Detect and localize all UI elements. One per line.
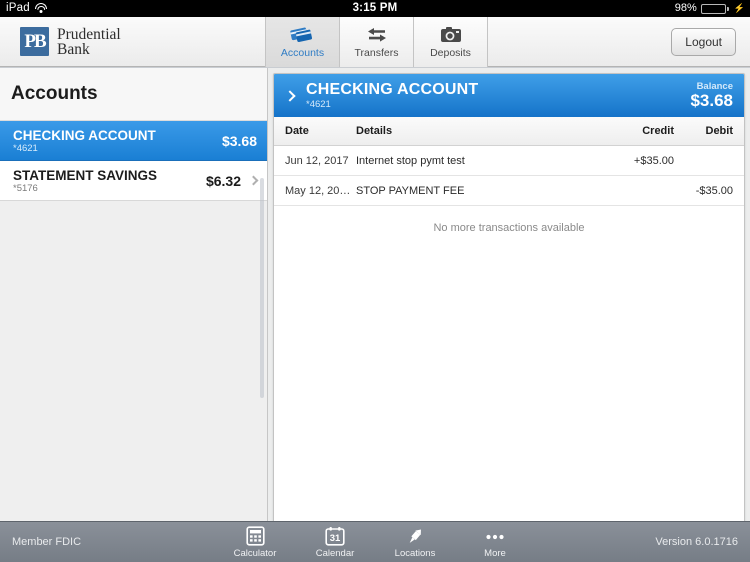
sidebar-item-name: CHECKING ACCOUNT xyxy=(13,127,156,143)
ipad-screen: iPad 3:15 PM 98% ⚡ PB Prudential Bank Ac… xyxy=(0,0,750,562)
transaction-details: STOP PAYMENT FEE xyxy=(356,184,465,197)
table-row[interactable]: Jun 12, 2017 Internet stop pymt test +$3… xyxy=(274,146,744,176)
sidebar-item-statement-savings[interactable]: STATEMENT SAVINGS *5176 $6.32 xyxy=(0,161,267,201)
tab-transfers[interactable]: Transfers xyxy=(340,16,414,67)
ios-status-bar: iPad 3:15 PM 98% ⚡ xyxy=(0,0,750,17)
account-detail-panel: CHECKING ACCOUNT *4621 Balance $3.68 Dat… xyxy=(273,73,745,523)
toolbar-item-more[interactable]: More xyxy=(467,526,523,559)
camera-icon xyxy=(439,24,463,45)
column-header-details: Details xyxy=(356,125,393,137)
brand-name-line1: Prudential xyxy=(57,25,121,43)
tab-accounts-label: Accounts xyxy=(280,47,325,59)
logout-area: Logout xyxy=(488,27,750,56)
sidebar-title: Accounts xyxy=(11,83,98,104)
column-header-credit: Credit xyxy=(642,125,674,137)
fdic-label: Member FDIC xyxy=(12,536,82,548)
brand-name: Prudential Bank xyxy=(57,25,121,58)
sidebar-item-number: *5176 xyxy=(13,182,38,194)
transfer-arrows-icon xyxy=(365,24,389,45)
account-detail-header[interactable]: CHECKING ACCOUNT *4621 Balance $3.68 xyxy=(274,74,744,117)
sidebar-item-info: STATEMENT SAVINGS *5176 xyxy=(13,168,206,194)
brand-logo: PB Prudential Bank xyxy=(0,25,265,58)
credit-cards-icon xyxy=(289,24,316,45)
sidebar-item-name: STATEMENT SAVINGS xyxy=(13,167,158,183)
account-detail-number: *4621 xyxy=(306,99,331,110)
logout-button[interactable]: Logout xyxy=(671,27,736,56)
toolbar-item-label: Locations xyxy=(394,547,436,559)
transactions-table-header: Date Details Credit Debit xyxy=(274,117,744,146)
transaction-details: Internet stop pymt test xyxy=(356,154,465,167)
sidebar-header: Accounts xyxy=(0,68,267,121)
account-detail-pane: CHECKING ACCOUNT *4621 Balance $3.68 Dat… xyxy=(268,68,750,523)
column-header-date: Date xyxy=(285,125,309,137)
no-more-transactions-message: No more transactions available xyxy=(433,222,585,234)
map-pin-icon xyxy=(405,526,426,547)
wifi-icon xyxy=(35,3,48,14)
battery-icon xyxy=(700,3,729,14)
accounts-sidebar: Accounts CHECKING ACCOUNT *4621 $3.68 ST… xyxy=(0,68,268,521)
main-tab-bar: Accounts Transfers Deposits xyxy=(265,16,488,67)
lightning-bolt-icon: ⚡ xyxy=(733,3,745,13)
tab-accounts[interactable]: Accounts xyxy=(266,16,340,67)
sidebar-item-balance: $6.32 xyxy=(205,172,241,189)
toolbar-item-calculator[interactable]: Calculator xyxy=(227,526,283,559)
sidebar-item-balance: $3.68 xyxy=(221,132,257,149)
transaction-date: May 12, 20… xyxy=(285,184,351,197)
toolbar-items: Calculator 31 Calendar Locations More xyxy=(227,526,523,559)
sidebar-scrollbar[interactable] xyxy=(260,178,264,398)
toolbar-item-label: Calculator xyxy=(233,547,277,559)
account-detail-balance-block: Balance $3.68 xyxy=(690,81,733,110)
device-name: iPad xyxy=(6,2,30,14)
tab-transfers-label: Transfers xyxy=(354,47,399,59)
tab-deposits-label: Deposits xyxy=(430,47,471,59)
svg-text:31: 31 xyxy=(330,533,341,544)
transaction-debit: -$35.00 xyxy=(695,184,733,197)
content-area: Accounts CHECKING ACCOUNT *4621 $3.68 ST… xyxy=(0,68,750,523)
brand-name-line2: Bank xyxy=(57,40,90,58)
transaction-credit: +$35.00 xyxy=(633,154,674,167)
status-bar-clock: 3:15 PM xyxy=(352,2,398,14)
account-detail-name: CHECKING ACCOUNT xyxy=(306,81,479,98)
toolbar-item-label: Calendar xyxy=(315,547,355,559)
calculator-icon xyxy=(245,526,265,547)
toolbar-item-locations[interactable]: Locations xyxy=(387,526,443,559)
chevron-right-icon xyxy=(248,175,259,186)
bottom-toolbar: Member FDIC Calculator 31 Calendar Locat… xyxy=(0,521,750,562)
chevron-right-icon[interactable] xyxy=(284,89,296,102)
column-header-debit: Debit xyxy=(705,125,734,137)
sidebar-item-checking-account[interactable]: CHECKING ACCOUNT *4621 $3.68 xyxy=(0,121,267,161)
battery-percent-label: 98% xyxy=(674,2,697,14)
status-bar-left: iPad xyxy=(0,0,200,17)
balance-amount: $3.68 xyxy=(690,91,733,110)
ellipsis-icon xyxy=(484,526,506,547)
account-detail-titles: CHECKING ACCOUNT *4621 xyxy=(306,81,690,110)
brand-monogram-icon: PB xyxy=(20,27,49,56)
tab-deposits[interactable]: Deposits xyxy=(414,16,488,67)
calendar-icon: 31 xyxy=(325,526,345,547)
transaction-date: Jun 12, 2017 xyxy=(285,154,349,167)
status-bar-right: 98% ⚡ xyxy=(550,0,750,17)
sidebar-item-number: *4621 xyxy=(13,142,38,154)
toolbar-item-calendar[interactable]: 31 Calendar xyxy=(307,526,363,559)
toolbar-item-label: More xyxy=(484,547,506,559)
app-top-bar: PB Prudential Bank Accounts Transfers De… xyxy=(0,16,750,67)
sidebar-item-info: CHECKING ACCOUNT *4621 xyxy=(13,128,222,154)
app-version-label: Version 6.0.1716 xyxy=(655,536,738,548)
table-row[interactable]: May 12, 20… STOP PAYMENT FEE -$35.00 xyxy=(274,176,744,206)
